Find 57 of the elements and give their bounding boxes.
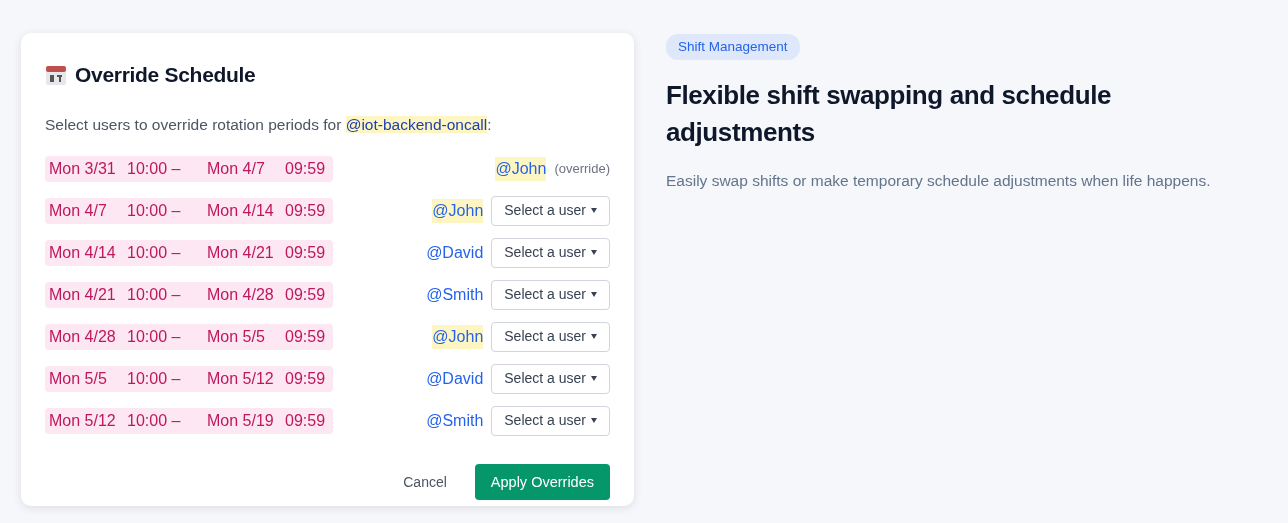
user-mention[interactable]: @John [495, 156, 547, 181]
user-mention[interactable]: @John [432, 324, 484, 349]
start-date: Mon 4/14 [49, 242, 117, 263]
override-note: (override) [554, 160, 610, 178]
end-time: 09:59 [285, 368, 327, 389]
end-date: Mon 4/7 [207, 158, 266, 179]
end-date: Mon 5/12 [207, 368, 275, 389]
caret-icon [591, 292, 597, 298]
end-time: 09:59 [285, 200, 327, 221]
end-time: 09:59 [285, 326, 327, 347]
category-tag: Shift Management [666, 34, 800, 61]
team-mention[interactable]: @iot-backend-oncall [345, 115, 488, 133]
end-time: 09:59 [285, 410, 327, 431]
end-time: 09:59 [285, 158, 327, 179]
caret-icon [591, 418, 597, 424]
intro-text: Select users to override rotation periods for @iot-backend-oncall: [45, 114, 493, 135]
end-time: 09:59 [285, 242, 327, 263]
user-select[interactable]: Select a user [491, 195, 610, 226]
end-date: Mon 5/19 [207, 410, 275, 431]
start-date: Mon 3/31 [49, 158, 117, 179]
user-select[interactable]: Select a user [491, 321, 610, 352]
dialog-title: Override Schedule [75, 62, 256, 88]
caret-icon [591, 376, 597, 382]
end-date: Mon 5/5 [207, 326, 266, 347]
user-mention[interactable]: @John [432, 198, 484, 223]
end-date: Mon 4/28 [207, 284, 275, 305]
caret-icon [591, 334, 597, 340]
user-select[interactable]: Select a user [491, 363, 610, 394]
caret-icon [591, 208, 597, 214]
user-mention[interactable]: @Smith [426, 408, 484, 433]
feature-heading: Flexible shift swapping and schedule adjustments [666, 79, 1113, 150]
user-mention[interactable]: @Smith [426, 282, 484, 307]
end-time: 09:59 [285, 284, 327, 305]
start-date: Mon 4/21 [49, 284, 117, 305]
user-select[interactable]: Select a user [491, 237, 610, 268]
start-time: 10:00 – [127, 200, 182, 221]
start-time: 10:00 – [127, 158, 182, 179]
end-date: Mon 4/21 [207, 242, 275, 263]
start-time: 10:00 – [127, 284, 182, 305]
start-time: 10:00 – [127, 410, 182, 431]
user-mention[interactable]: @David [426, 240, 484, 265]
start-time: 10:00 – [127, 326, 182, 347]
start-time: 10:00 – [127, 242, 182, 263]
start-time: 10:00 – [127, 368, 182, 389]
user-mention[interactable]: @David [426, 366, 484, 391]
end-date: Mon 4/14 [207, 200, 275, 221]
caret-icon [591, 250, 597, 256]
start-date: Mon 4/7 [49, 200, 108, 221]
cancel-button[interactable]: Cancel [387, 463, 463, 501]
user-select[interactable]: Select a user [491, 405, 610, 436]
start-date: Mon 5/5 [49, 368, 108, 389]
start-date: Mon 4/28 [49, 326, 117, 347]
calendar-icon [45, 63, 67, 86]
apply-overrides-button[interactable]: Apply Overrides [474, 463, 610, 500]
feature-description: Easily swap shifts or make temporary schedule adjustments when life happens. [666, 171, 1212, 192]
user-select[interactable]: Select a user [491, 279, 610, 310]
start-date: Mon 5/12 [49, 410, 117, 431]
